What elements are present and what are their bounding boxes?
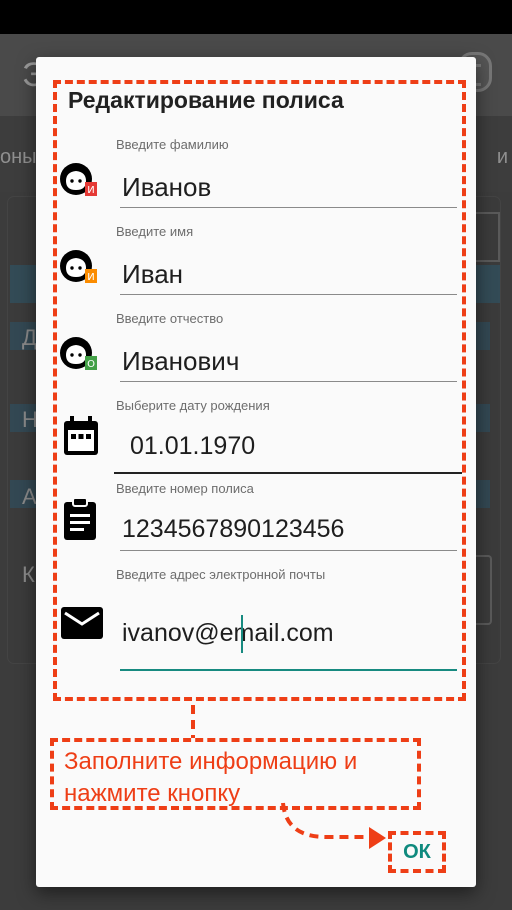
status-bar — [0, 0, 512, 34]
ok-button[interactable]: ОК — [391, 834, 443, 870]
edit-policy-dialog: Редактирование полиса И Введите фамилию … — [36, 57, 476, 887]
callout-text: Заполните информацию и нажмите кнопку — [64, 748, 358, 807]
background-tab-right: и — [496, 146, 508, 168]
background-row-letter: А — [22, 484, 37, 509]
background-corner-box — [475, 212, 500, 262]
background-row-letter: Д — [22, 325, 37, 350]
annotation-callout: Заполните информацию и нажмите кнопку — [50, 738, 421, 810]
annotation-dashed-frame — [53, 80, 466, 701]
background-row-letter: К — [22, 562, 35, 587]
background-tab-left: оны — [0, 146, 37, 168]
